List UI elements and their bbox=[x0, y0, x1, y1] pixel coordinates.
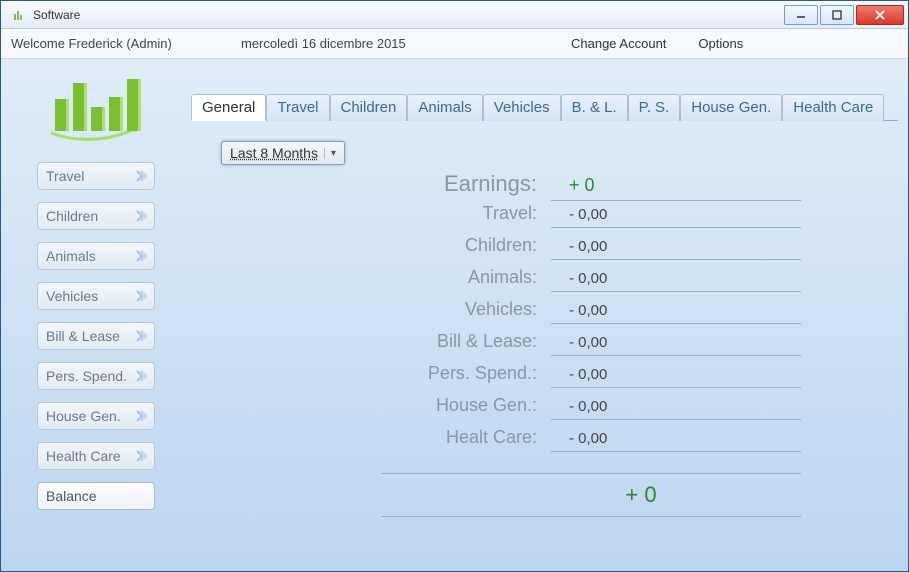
tab-bl[interactable]: B. & L. bbox=[561, 94, 628, 121]
options-link[interactable]: Options bbox=[698, 36, 743, 51]
sidebar-item-label: Vehicles bbox=[46, 288, 98, 304]
sidebar-item-label: Children bbox=[46, 208, 98, 224]
sidebar-item-children[interactable]: Children bbox=[37, 202, 155, 230]
tab-label: Children bbox=[341, 99, 397, 116]
row-label: Pers. Spend.: bbox=[381, 363, 551, 384]
chevron-right-icon bbox=[134, 169, 148, 186]
window-title: Software bbox=[33, 8, 782, 22]
maximize-button[interactable] bbox=[820, 5, 854, 25]
chevron-right-icon bbox=[134, 409, 148, 426]
total-row: + 0 bbox=[381, 473, 801, 517]
chevron-right-icon bbox=[134, 369, 148, 386]
tab-vehicles[interactable]: Vehicles bbox=[483, 94, 561, 121]
tab-general[interactable]: General bbox=[191, 94, 266, 121]
sidebar-item-health-care[interactable]: Health Care bbox=[37, 442, 155, 470]
main-panel: General Travel Children Animals Vehicles… bbox=[181, 69, 898, 561]
sidebar-item-label: Bill & Lease bbox=[46, 328, 120, 344]
sidebar-item-label: Balance bbox=[46, 488, 97, 504]
tab-house-gen[interactable]: House Gen. bbox=[680, 94, 782, 121]
sidebar-item-animals[interactable]: Animals bbox=[37, 242, 155, 270]
sidebar-item-house-gen[interactable]: House Gen. bbox=[37, 402, 155, 430]
sidebar-item-pers-spend[interactable]: Pers. Spend. bbox=[37, 362, 155, 390]
summary-row: House Gen.:- 0,00 bbox=[381, 395, 801, 427]
tab-label: P. S. bbox=[639, 99, 670, 116]
summary-row: Travel:- 0,00 bbox=[381, 203, 801, 235]
change-account-link[interactable]: Change Account bbox=[571, 36, 666, 51]
earnings-label: Earnings: bbox=[381, 171, 551, 197]
chevron-right-icon bbox=[134, 329, 148, 346]
summary-row: Animals:- 0,00 bbox=[381, 267, 801, 299]
sidebar-item-vehicles[interactable]: Vehicles bbox=[37, 282, 155, 310]
row-value: - 0,00 bbox=[551, 302, 801, 324]
sidebar-item-label: Health Care bbox=[46, 448, 121, 464]
tab-label: House Gen. bbox=[691, 99, 771, 116]
row-label: Vehicles: bbox=[381, 299, 551, 320]
tab-animals[interactable]: Animals bbox=[407, 94, 482, 121]
sidebar-item-travel[interactable]: Travel bbox=[37, 162, 155, 190]
tab-ps[interactable]: P. S. bbox=[628, 94, 681, 121]
chevron-right-icon bbox=[134, 209, 148, 226]
logo-chart-icon bbox=[41, 71, 151, 146]
chevron-right-icon bbox=[134, 449, 148, 466]
app-icon bbox=[11, 7, 27, 23]
sidebar-item-balance[interactable]: Balance bbox=[37, 482, 155, 510]
row-value: - 0,00 bbox=[551, 430, 801, 452]
tab-label: Vehicles bbox=[494, 99, 550, 116]
row-value: - 0,00 bbox=[551, 206, 801, 228]
chevron-right-icon bbox=[134, 289, 148, 306]
tab-strip: General Travel Children Animals Vehicles… bbox=[191, 93, 898, 121]
minimize-button[interactable] bbox=[784, 5, 818, 25]
row-label: Healt Care: bbox=[381, 427, 551, 448]
tab-label: Travel bbox=[277, 99, 318, 116]
content-area: Travel Children Animals Vehicles Bill & … bbox=[1, 59, 908, 571]
row-value: - 0,00 bbox=[551, 270, 801, 292]
earnings-value: + 0 bbox=[551, 175, 801, 201]
chevron-right-icon bbox=[134, 249, 148, 266]
sidebar-item-label: Animals bbox=[46, 248, 96, 264]
row-value: - 0,00 bbox=[551, 334, 801, 356]
sidebar-item-label: House Gen. bbox=[46, 408, 121, 424]
tab-label: General bbox=[202, 99, 255, 116]
app-window: Software Welcome Frederick (Admin) merco… bbox=[0, 0, 909, 572]
summary-row: Pers. Spend.:- 0,00 bbox=[381, 363, 801, 395]
titlebar: Software bbox=[1, 1, 908, 29]
tab-label: Animals bbox=[418, 99, 471, 116]
total-value: + 0 bbox=[381, 482, 801, 508]
welcome-text: Welcome Frederick (Admin) bbox=[11, 36, 241, 51]
tab-children[interactable]: Children bbox=[330, 94, 408, 121]
summary-row: Bill & Lease:- 0,00 bbox=[381, 331, 801, 363]
window-buttons bbox=[782, 5, 904, 25]
tab-label: B. & L. bbox=[572, 99, 617, 116]
row-label: House Gen.: bbox=[381, 395, 551, 416]
summary-row: Children:- 0,00 bbox=[381, 235, 801, 267]
header-bar: Welcome Frederick (Admin) mercoledì 16 d… bbox=[1, 29, 908, 59]
close-button[interactable] bbox=[856, 5, 904, 25]
general-panel: Last 8 Months ▾ Earnings: + 0 Travel:- 0… bbox=[191, 121, 898, 527]
sidebar-item-bill-lease[interactable]: Bill & Lease bbox=[37, 322, 155, 350]
sidebar: Travel Children Animals Vehicles Bill & … bbox=[11, 69, 181, 561]
summary-table: Earnings: + 0 Travel:- 0,00 Children:- 0… bbox=[221, 171, 801, 517]
earnings-row: Earnings: + 0 bbox=[381, 171, 801, 203]
row-value: - 0,00 bbox=[551, 398, 801, 420]
row-label: Bill & Lease: bbox=[381, 331, 551, 352]
period-dropdown-label: Last 8 Months bbox=[230, 145, 318, 161]
tab-health-care[interactable]: Health Care bbox=[782, 94, 884, 121]
summary-row: Healt Care:- 0,00 bbox=[381, 427, 801, 459]
date-text: mercoledì 16 dicembre 2015 bbox=[241, 36, 551, 51]
row-label: Animals: bbox=[381, 267, 551, 288]
row-value: - 0,00 bbox=[551, 366, 801, 388]
row-label: Children: bbox=[381, 235, 551, 256]
row-label: Travel: bbox=[381, 203, 551, 224]
tab-label: Health Care bbox=[793, 99, 873, 116]
row-value: - 0,00 bbox=[551, 238, 801, 260]
summary-row: Vehicles:- 0,00 bbox=[381, 299, 801, 331]
chevron-down-icon: ▾ bbox=[324, 148, 336, 159]
sidebar-item-label: Travel bbox=[46, 168, 84, 184]
period-dropdown[interactable]: Last 8 Months ▾ bbox=[221, 141, 345, 165]
sidebar-item-label: Pers. Spend. bbox=[46, 368, 127, 384]
tab-travel[interactable]: Travel bbox=[266, 94, 329, 121]
